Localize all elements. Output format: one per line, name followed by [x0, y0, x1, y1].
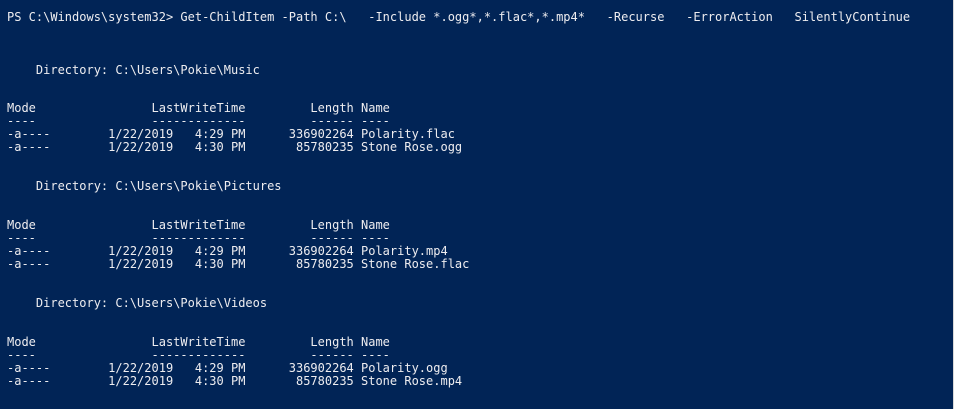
directory-heading: Directory: C:\Users\Pokie\Music	[7, 63, 260, 77]
powershell-console[interactable]: PS C:\Windows\system32> Get-ChildItem -P…	[0, 0, 954, 409]
directory-heading: Directory: C:\Users\Pokie\Pictures	[7, 179, 282, 193]
directory-heading: Directory: C:\Users\Pokie\Videos	[7, 296, 268, 310]
file-row: -a---- 1/22/2019 4:30 PM 85780235 Stone …	[7, 374, 463, 388]
file-row: -a---- 1/22/2019 4:30 PM 85780235 Stone …	[7, 257, 470, 271]
file-row: -a---- 1/22/2019 4:30 PM 85780235 Stone …	[7, 140, 463, 154]
command-prompt-line: PS C:\Windows\system32> Get-ChildItem -P…	[7, 10, 911, 24]
